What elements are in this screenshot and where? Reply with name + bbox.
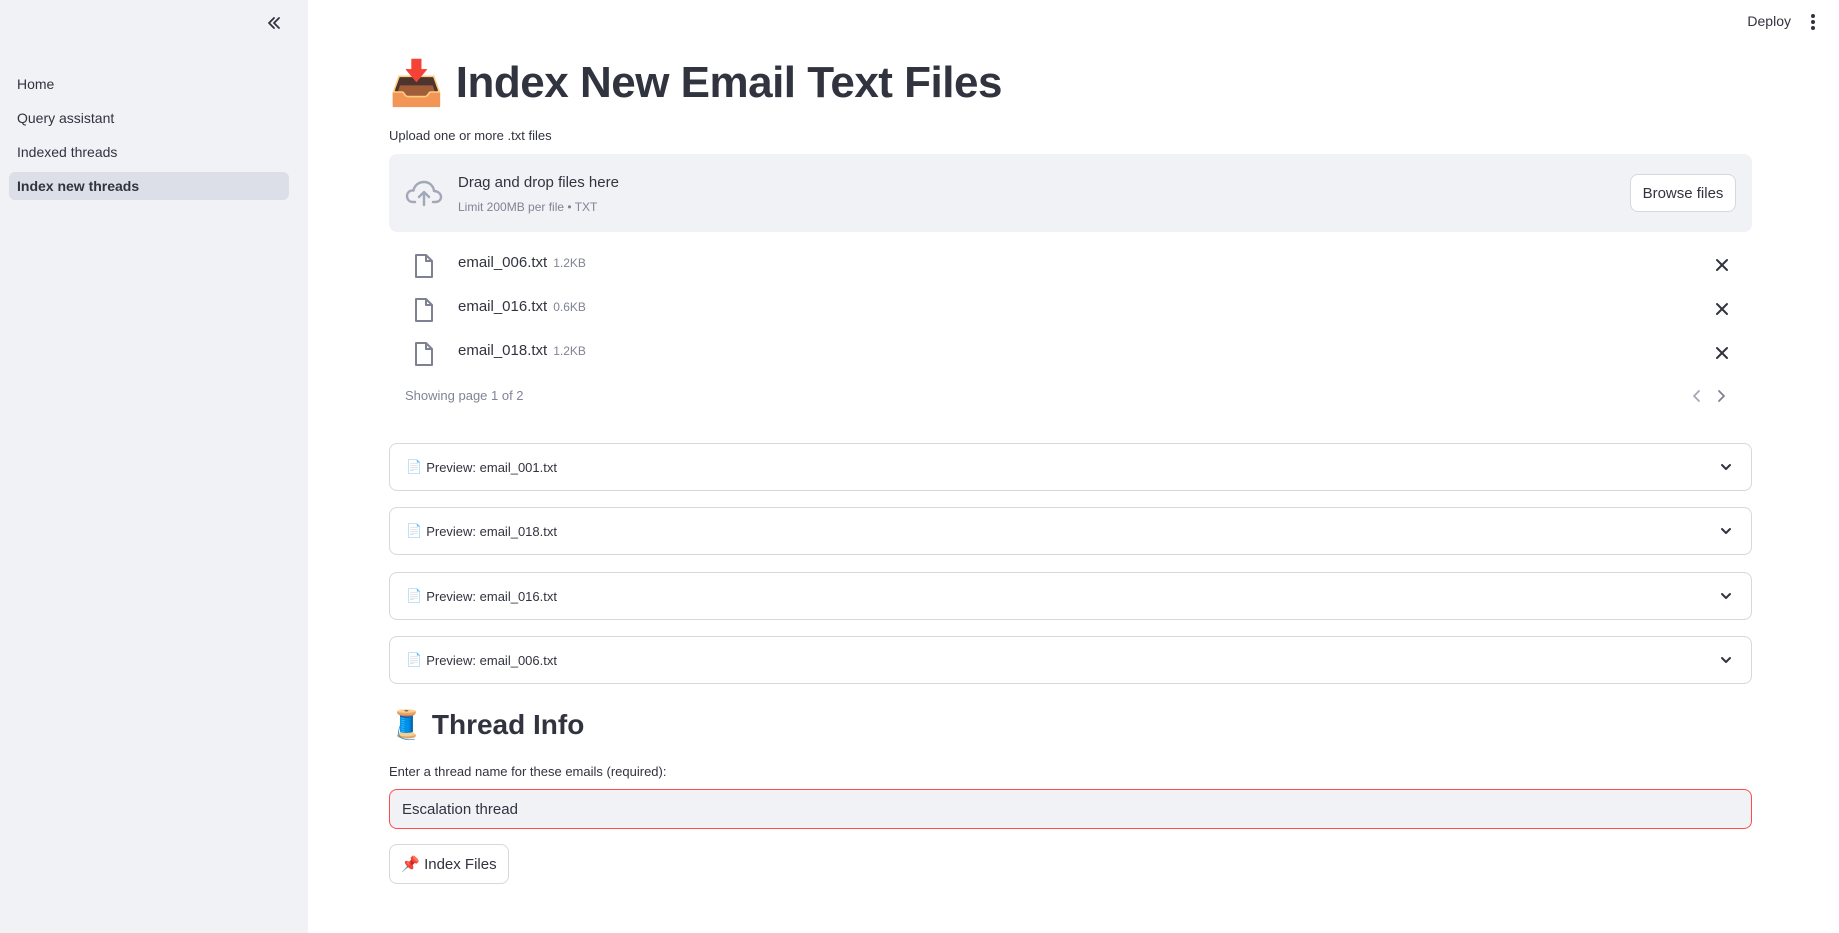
document-icon: 📄 xyxy=(406,588,423,603)
browse-files-button[interactable]: Browse files xyxy=(1630,174,1736,212)
thread-info-title: Thread Info xyxy=(431,708,585,740)
file-dropzone[interactable]: Drag and drop files here Limit 200MB per… xyxy=(389,154,1752,232)
close-icon xyxy=(1716,347,1728,359)
chevron-down-icon xyxy=(1721,657,1731,663)
chevron-down-icon xyxy=(1721,593,1731,599)
collapse-sidebar-button[interactable] xyxy=(261,10,287,36)
pagination-status: Showing page 1 of 2 xyxy=(405,388,524,403)
next-page-button[interactable] xyxy=(1713,386,1729,406)
uploaded-file-row: email_018.txt 1.2KB xyxy=(389,333,1752,373)
file-size: 1.2KB xyxy=(553,344,586,358)
uploader-label: Upload one or more .txt files xyxy=(389,128,552,143)
file-size: 0.6KB xyxy=(553,300,586,314)
sidebar-item-home[interactable]: Home xyxy=(9,70,289,98)
file-name: email_006.txt xyxy=(458,254,548,271)
document-icon: 📄 xyxy=(406,652,423,667)
double-chevron-left-icon xyxy=(268,17,280,29)
sidebar-item-indexed-threads[interactable]: Indexed threads xyxy=(9,138,289,166)
thread-spool-icon: 🧵 xyxy=(389,709,424,740)
cloud-upload-icon xyxy=(405,180,443,207)
pushpin-icon: 📌 xyxy=(401,856,421,873)
thread-info-heading: 🧵 Thread Info xyxy=(389,708,584,741)
previous-page-button[interactable] xyxy=(1689,386,1705,406)
file-size: 1.2KB xyxy=(553,256,586,270)
preview-label: Preview: email_006.txt xyxy=(426,652,557,668)
preview-expander[interactable]: 📄 Preview: email_016.txt xyxy=(389,572,1752,620)
sidebar-nav: Home Query assistant Indexed threads Ind… xyxy=(9,70,289,206)
thread-name-input[interactable] xyxy=(389,789,1752,829)
file-name: email_016.txt xyxy=(458,298,548,315)
delete-file-button[interactable] xyxy=(1712,255,1732,275)
chevron-left-icon xyxy=(1693,390,1700,402)
delete-file-button[interactable] xyxy=(1712,299,1732,319)
close-icon xyxy=(1716,303,1728,315)
file-icon xyxy=(415,342,433,366)
uploaded-file-row: email_016.txt 0.6KB xyxy=(389,289,1752,329)
document-icon: 📄 xyxy=(406,523,423,538)
dropzone-title: Drag and drop files here xyxy=(458,174,619,191)
file-name: email_018.txt xyxy=(458,342,548,359)
preview-expander[interactable]: 📄 Preview: email_018.txt xyxy=(389,507,1752,555)
uploaded-file-row: email_006.txt 1.2KB xyxy=(389,245,1752,285)
preview-expander[interactable]: 📄 Preview: email_006.txt xyxy=(389,636,1752,684)
inbox-tray-icon: 📥 xyxy=(389,59,444,108)
kebab-menu-icon[interactable] xyxy=(1805,12,1821,32)
preview-expander[interactable]: 📄 Preview: email_001.txt xyxy=(389,443,1752,491)
preview-label: Preview: email_016.txt xyxy=(426,588,557,604)
sidebar-item-index-new-threads[interactable]: Index new threads xyxy=(9,172,289,200)
index-files-button[interactable]: 📌 Index Files xyxy=(389,844,509,884)
preview-label: Preview: email_001.txt xyxy=(426,459,557,475)
dropzone-subtitle: Limit 200MB per file • TXT xyxy=(458,200,598,214)
thread-name-label: Enter a thread name for these emails (re… xyxy=(389,764,667,779)
chevron-down-icon xyxy=(1721,464,1731,470)
chevron-right-icon xyxy=(1718,390,1725,402)
chevron-down-icon xyxy=(1721,528,1731,534)
document-icon: 📄 xyxy=(406,459,423,474)
index-files-label: Index Files xyxy=(424,855,497,873)
sidebar: Home Query assistant Indexed threads Ind… xyxy=(0,0,308,933)
delete-file-button[interactable] xyxy=(1712,343,1732,363)
page-title-text: Index New Email Text Files xyxy=(455,58,1003,107)
close-icon xyxy=(1716,259,1728,271)
preview-label: Preview: email_018.txt xyxy=(426,523,557,539)
file-icon xyxy=(415,298,433,322)
sidebar-item-query-assistant[interactable]: Query assistant xyxy=(9,104,289,132)
file-icon xyxy=(415,254,433,278)
deploy-button[interactable]: Deploy xyxy=(1747,13,1791,29)
page-title: 📥 Index New Email Text Files xyxy=(389,54,1002,112)
